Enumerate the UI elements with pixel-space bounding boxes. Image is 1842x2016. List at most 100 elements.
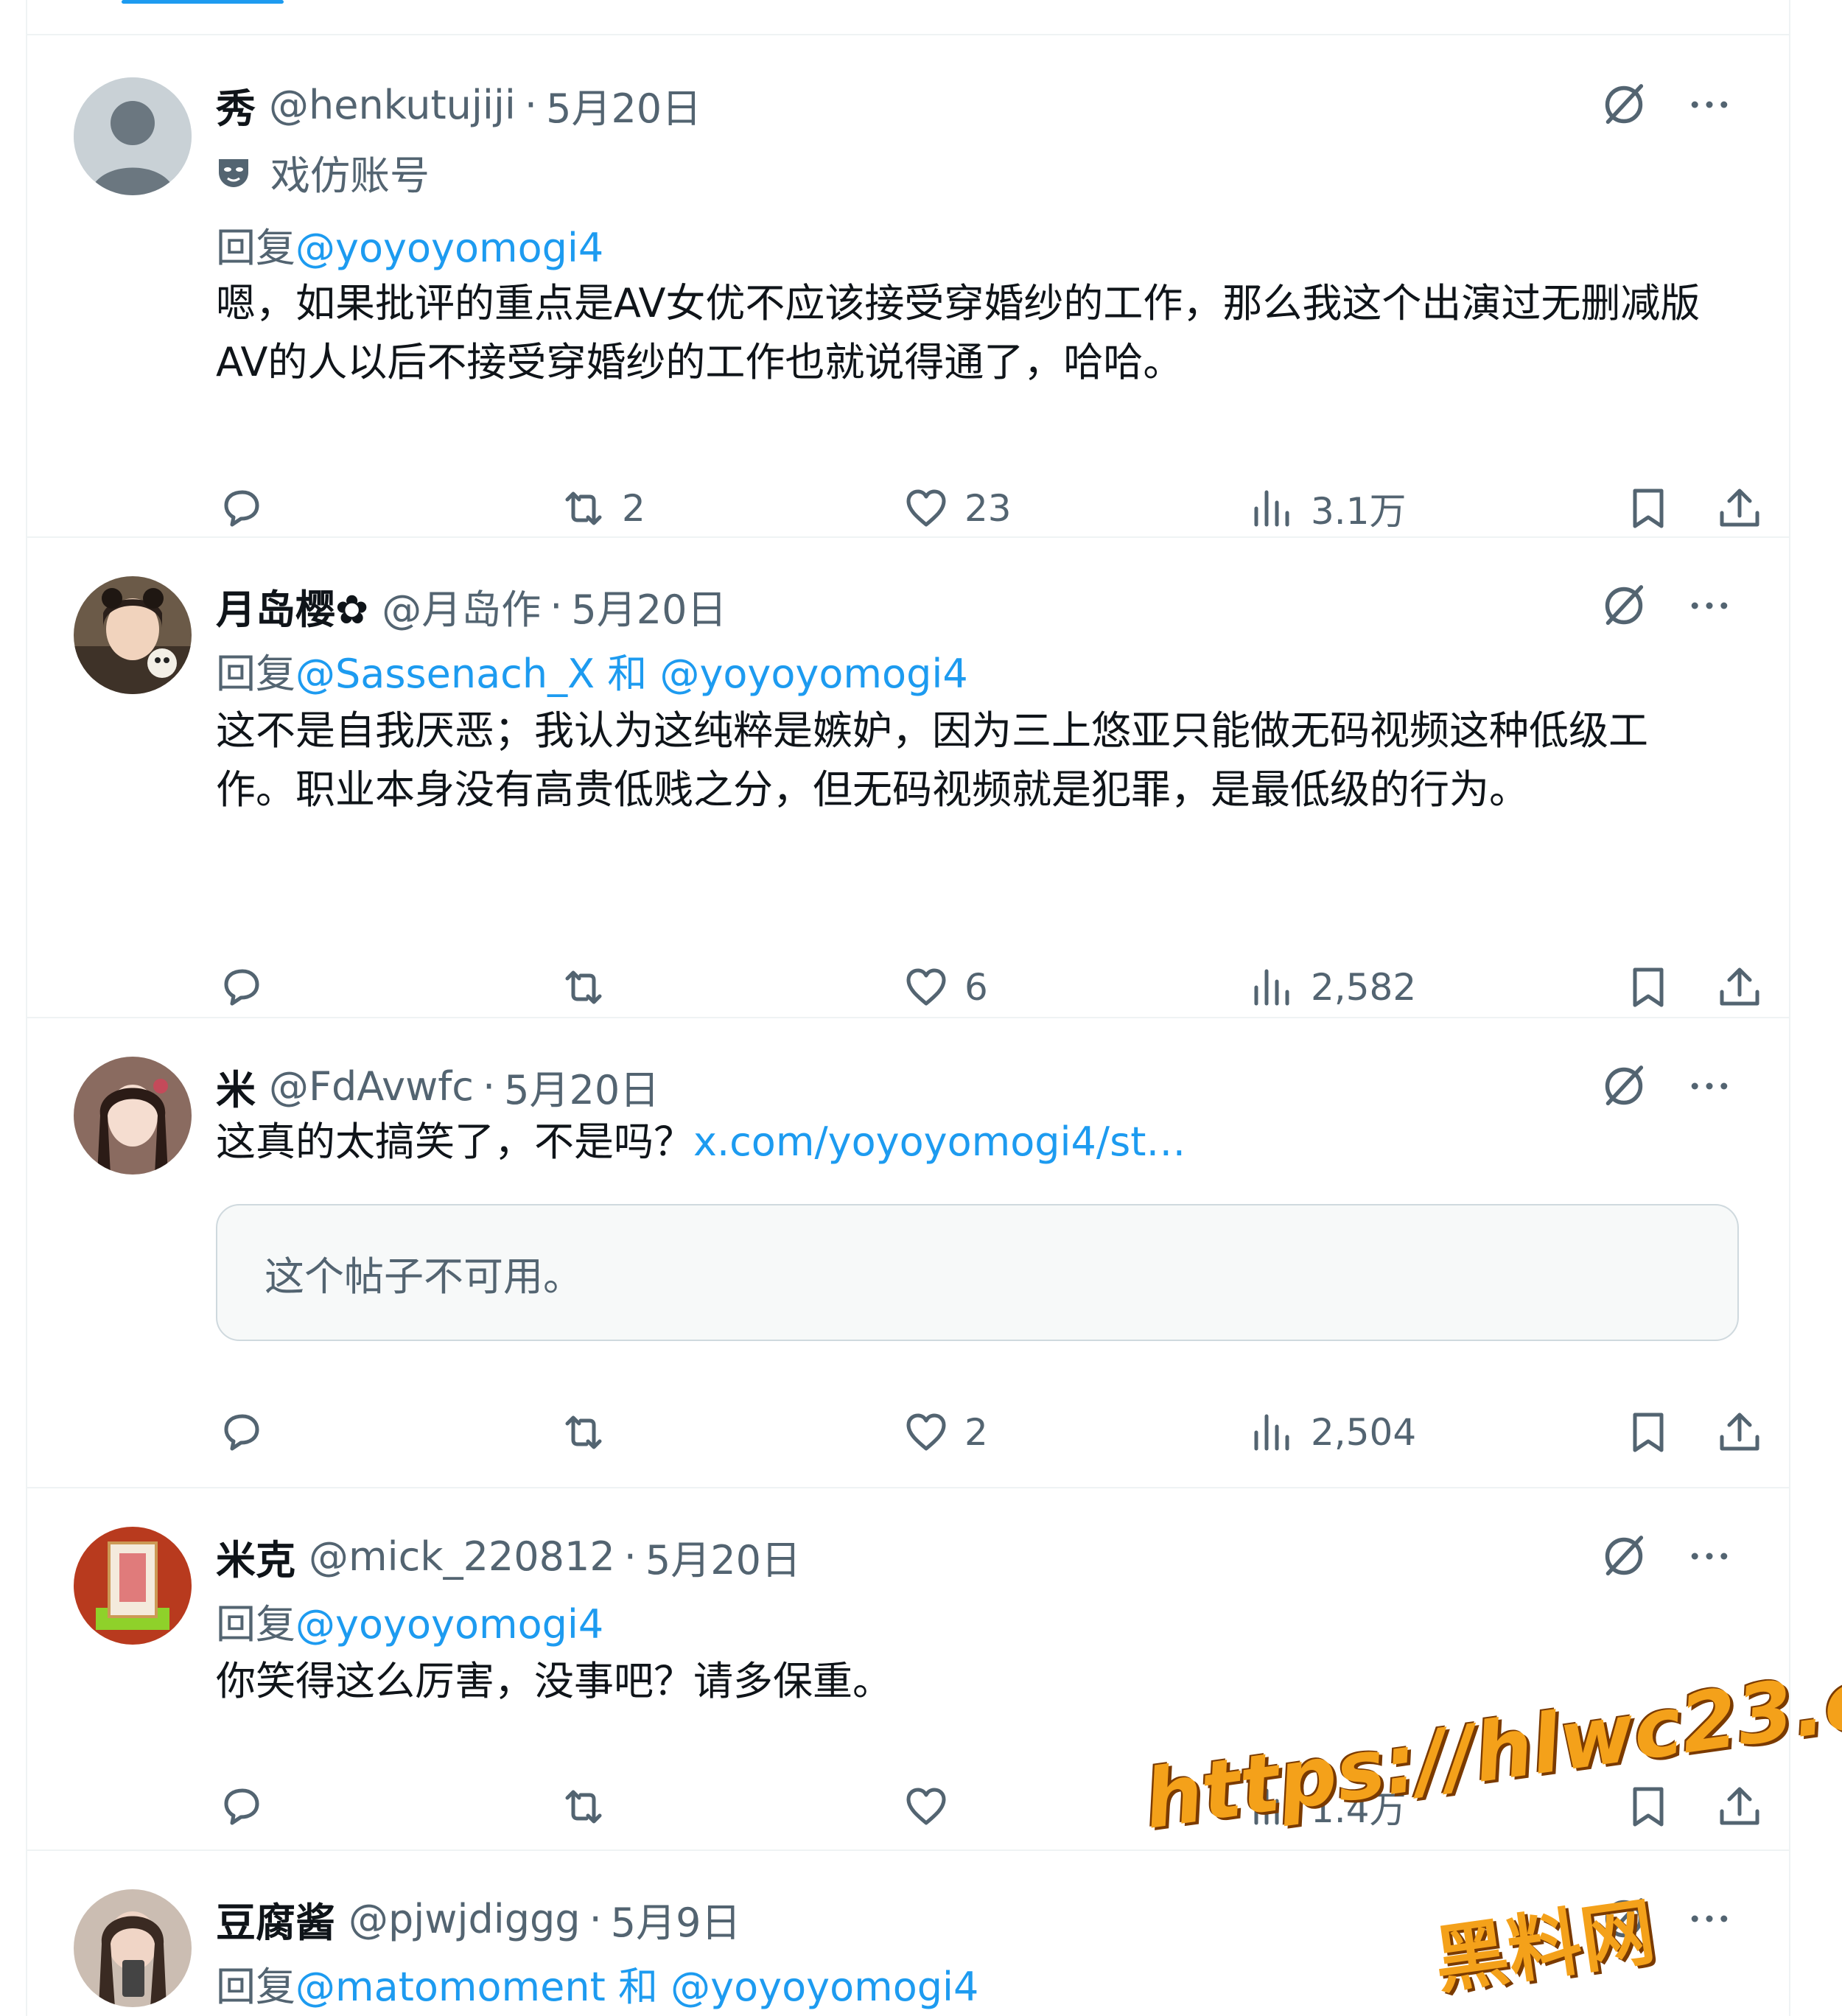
avatar[interactable] [74,1057,192,1175]
views-count: 2,582 [1311,966,1417,1009]
separator: · [482,1063,496,1110]
reply-joiner: 和 [607,651,648,697]
reply-button[interactable] [216,958,266,1017]
retweet-icon [565,1415,602,1449]
share-icon [1720,1413,1759,1451]
grok-icon[interactable] [1594,1527,1653,1586]
like-icon [906,968,946,1006]
like-icon [906,1413,946,1451]
display-name[interactable]: 米克 [216,1527,295,1586]
separator: · [524,81,538,128]
user-handle[interactable]: @mick_220812 [309,1533,615,1580]
like-count: 2 [964,1411,988,1454]
views-icon [1254,490,1289,527]
reply-context: 回复@matomoment 和 @yoyoyomogi4 [216,1954,978,2012]
tweet-date[interactable]: 5月20日 [504,1057,659,1116]
mention-link[interactable]: @yoyoyomogi4 [295,1601,603,1648]
bookmark-button[interactable] [1623,958,1673,1017]
share-button[interactable] [1715,479,1765,538]
more-icon[interactable] [1680,1527,1739,1586]
display-name[interactable]: 米 [216,1057,256,1116]
parody-mask-icon [219,158,248,187]
reply-button[interactable] [216,1777,266,1836]
more-icon[interactable] [1680,1889,1739,1948]
tweet-date[interactable]: 5月20日 [546,76,701,134]
avatar[interactable] [74,1527,192,1645]
user-handle[interactable]: @月岛作 [382,577,541,635]
display-name[interactable]: 秀 [216,76,256,134]
unavailable-message: 这个帖子不可用。 [265,1253,583,1300]
mention-link[interactable]: @Sassenach_X [295,651,595,697]
tweet-link[interactable]: x.com/yoyoyomogi4/st… [693,1119,1186,1165]
tweet-date[interactable]: 5月9日 [611,1890,741,1948]
profile-photo [74,1057,192,1175]
tweet-text-content: 这真的太搞笑了，不是吗？ [216,1119,693,1165]
bookmark-button[interactable] [1623,479,1673,538]
grok-icon[interactable] [1594,576,1653,635]
tweet-header: 米克 @mick_220812 · 5月20日 [216,1527,801,1586]
user-handle[interactable]: @henkutujiji [269,82,516,128]
tweet[interactable]: 米 @FdAvwfc · 5月20日 这真的太搞笑了，不是吗？x.com/yoy… [26,1020,1790,1488]
reply-icon [224,969,259,1006]
bookmark-icon [1633,1787,1664,1827]
more-icon[interactable] [1680,576,1739,635]
tweet-date[interactable]: 5月20日 [571,577,726,635]
profile-photo [74,1889,192,2007]
retweet-count: 2 [622,487,645,530]
separator: · [589,1895,602,1942]
tweet[interactable]: 月岛樱✿ @月岛作 · 5月20日 回复@Sassenach_X 和 @yoyo… [26,539,1790,1018]
reply-prefix: 回复 [216,225,295,271]
retweet-button[interactable] [558,958,622,1017]
mention-link[interactable]: @yoyoyomogi4 [295,225,603,271]
reply-icon [224,490,259,527]
tweet-header: 秀 @henkutujiji · 5月20日 [216,75,701,134]
retweet-button[interactable]: 2 [558,479,645,538]
more-icon[interactable] [1680,1057,1739,1116]
tweet-text: 你笑得这么厉害，没事吧？请多保重。 [216,1658,892,1704]
retweet-button[interactable] [558,1777,622,1836]
mention-link[interactable]: @matomoment [295,1964,606,2010]
share-button[interactable] [1715,1403,1765,1462]
tweet-header: 豆腐酱 @pjwjdiggg · 5月9日 [216,1889,740,1948]
reply-button[interactable] [216,479,266,538]
unavailable-quote-card[interactable]: 这个帖子不可用。 [216,1204,1739,1341]
tweet[interactable]: 米克 @mick_220812 · 5月20日 回复@yoyoyomogi4 你… [26,1490,1790,1851]
avatar[interactable] [74,1889,192,2007]
like-button[interactable]: 23 [901,479,1012,538]
tweet-date[interactable]: 5月20日 [645,1527,801,1586]
display-name[interactable]: 豆腐酱 [216,1890,335,1948]
separator: · [550,582,563,629]
avatar[interactable] [74,576,192,694]
retweet-icon [565,1790,602,1824]
like-button[interactable]: 2 [901,1403,988,1462]
reply-context: 回复@Sassenach_X 和 @yoyoyomogi4 [216,641,968,699]
tweet[interactable]: 秀 @henkutujiji · 5月20日 戏仿账号 回复@yoyoyomog… [26,37,1790,538]
retweet-button[interactable] [558,1403,622,1462]
mention-link[interactable]: @yoyoyomogi4 [670,1964,978,2010]
mention-link[interactable]: @yoyoyomogi4 [659,651,967,697]
views-button[interactable]: 3.1万 [1247,479,1407,538]
tweet-text: 这真的太搞笑了，不是吗？x.com/yoyoyomogi4/st… [216,1113,1724,1172]
views-button[interactable]: 2,582 [1247,958,1416,1017]
display-name[interactable]: 月岛樱✿ [216,577,368,635]
bookmark-button[interactable] [1623,1777,1673,1836]
like-button[interactable] [901,1777,964,1836]
user-handle[interactable]: @pjwjdiggg [349,1896,581,1942]
retweet-icon [565,970,602,1004]
like-icon [906,489,946,527]
share-button[interactable] [1715,1777,1765,1836]
bookmark-button[interactable] [1623,1403,1673,1462]
views-button[interactable]: 2,504 [1247,1403,1416,1462]
reply-button[interactable] [216,1403,266,1462]
tweet-text: 嗯，如果批评的重点是AV女优不应该接受穿婚纱的工作，那么我这个出演过无删减版AV… [216,280,1701,385]
user-handle[interactable]: @FdAvwfc [269,1063,474,1110]
tab-indicator [122,0,284,4]
tweet-header: 米 @FdAvwfc · 5月20日 [216,1057,659,1116]
share-button[interactable] [1715,958,1765,1017]
like-button[interactable]: 6 [901,958,988,1017]
avatar[interactable] [74,77,192,195]
grok-icon[interactable] [1594,75,1653,134]
reply-prefix: 回复 [216,1964,295,2010]
grok-icon[interactable] [1594,1057,1653,1116]
more-icon[interactable] [1680,75,1739,134]
